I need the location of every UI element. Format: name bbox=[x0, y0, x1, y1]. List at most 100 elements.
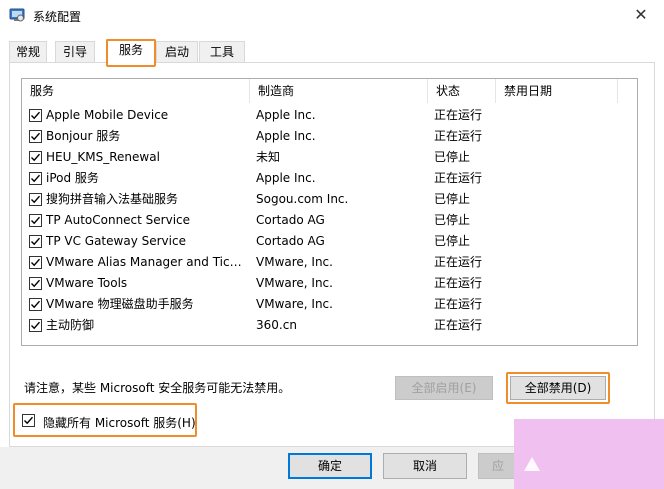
service-manufacturer: Apple Inc. bbox=[256, 108, 316, 122]
checkmark-icon bbox=[31, 216, 41, 225]
checkmark-icon bbox=[31, 153, 41, 162]
watermark-icon bbox=[524, 457, 540, 471]
service-status: 已停止 bbox=[434, 234, 471, 248]
table-row[interactable]: Bonjour 服务 Apple Inc. 正在运行 bbox=[22, 126, 637, 147]
service-manufacturer: 未知 bbox=[256, 150, 281, 164]
service-name: 搜狗拼音输入法基础服务 bbox=[46, 192, 179, 206]
checkmark-icon bbox=[31, 237, 41, 246]
table-row[interactable]: VMware Alias Manager and Tick… VMware, In… bbox=[22, 252, 637, 273]
tab-boot[interactable]: 引导 bbox=[55, 41, 95, 63]
service-disabled-date bbox=[504, 147, 614, 168]
service-disabled-date bbox=[504, 105, 614, 126]
service-status: 正在运行 bbox=[434, 129, 483, 143]
hide-microsoft-services-checkbox[interactable] bbox=[22, 414, 35, 427]
service-name: HEU_KMS_Renewal bbox=[46, 150, 160, 164]
service-manufacturer: VMware, Inc. bbox=[256, 255, 333, 269]
table-row[interactable]: iPod 服务 Apple Inc. 正在运行 bbox=[22, 168, 637, 189]
service-manufacturer: Apple Inc. bbox=[256, 171, 316, 185]
window-title: 系统配置 bbox=[33, 10, 82, 24]
service-status: 已停止 bbox=[434, 192, 471, 206]
service-status: 正在运行 bbox=[434, 108, 483, 122]
service-checkbox[interactable] bbox=[29, 172, 42, 185]
service-status: 正在运行 bbox=[434, 255, 483, 269]
service-checkbox[interactable] bbox=[29, 193, 42, 206]
service-disabled-date bbox=[504, 126, 614, 147]
service-name: 主动防御 bbox=[46, 318, 95, 332]
service-checkbox[interactable] bbox=[29, 277, 42, 290]
security-notice: 请注意，某些 Microsoft 安全服务可能无法禁用。 bbox=[24, 381, 291, 395]
service-status: 正在运行 bbox=[434, 297, 483, 311]
column-header-service[interactable]: 服务 bbox=[22, 79, 250, 103]
service-checkbox[interactable] bbox=[29, 109, 42, 122]
service-manufacturer: 360.cn bbox=[256, 318, 297, 332]
disable-all-button[interactable]: 全部禁用(D) bbox=[510, 376, 606, 400]
overlay-block bbox=[514, 419, 664, 489]
service-status: 正在运行 bbox=[434, 318, 483, 332]
service-checkbox[interactable] bbox=[29, 319, 42, 332]
checkmark-icon bbox=[31, 195, 41, 204]
list-header: 服务 制造商 状态 禁用日期 bbox=[22, 79, 637, 103]
service-status: 正在运行 bbox=[434, 171, 483, 185]
checkmark-icon bbox=[31, 111, 41, 120]
service-status: 已停止 bbox=[434, 150, 471, 164]
service-manufacturer: Apple Inc. bbox=[256, 129, 316, 143]
service-status: 正在运行 bbox=[434, 276, 483, 290]
service-status: 已停止 bbox=[434, 213, 471, 227]
table-row[interactable]: HEU_KMS_Renewal 未知 已停止 bbox=[22, 147, 637, 168]
service-disabled-date bbox=[504, 315, 614, 336]
service-disabled-date bbox=[504, 294, 614, 315]
table-row[interactable]: VMware Tools VMware, Inc. 正在运行 bbox=[22, 273, 637, 294]
apply-button[interactable]: 应 bbox=[478, 453, 518, 479]
service-manufacturer: Cortado AG bbox=[256, 213, 325, 227]
hide-microsoft-services[interactable]: 隐藏所有 Microsoft 服务(H) bbox=[13, 403, 197, 437]
service-disabled-date bbox=[504, 168, 614, 189]
services-panel: 服务 制造商 状态 禁用日期 Apple Mobile Device Apple … bbox=[9, 62, 655, 447]
tab-general[interactable]: 常规 bbox=[9, 41, 47, 63]
checkmark-icon bbox=[31, 174, 41, 183]
service-name: VMware Alias Manager and Tick… bbox=[46, 255, 246, 269]
service-disabled-date bbox=[504, 189, 614, 210]
service-name: TP AutoConnect Service bbox=[46, 213, 191, 227]
column-header-manufacturer[interactable]: 制造商 bbox=[250, 79, 428, 103]
service-checkbox[interactable] bbox=[29, 256, 42, 269]
checkmark-icon bbox=[24, 416, 34, 425]
service-disabled-date bbox=[504, 231, 614, 252]
close-button[interactable]: ✕ bbox=[618, 0, 664, 31]
service-name: TP VC Gateway Service bbox=[46, 234, 186, 248]
checkmark-icon bbox=[31, 300, 41, 309]
services-list: 服务 制造商 状态 禁用日期 Apple Mobile Device Apple … bbox=[21, 78, 638, 346]
service-name: VMware Tools bbox=[46, 276, 128, 290]
tab-tools[interactable]: 工具 bbox=[199, 41, 245, 63]
system-config-icon bbox=[9, 7, 25, 23]
service-checkbox[interactable] bbox=[29, 235, 42, 248]
hide-microsoft-services-label: 隐藏所有 Microsoft 服务(H) bbox=[43, 416, 196, 430]
checkmark-icon bbox=[31, 132, 41, 141]
table-row[interactable]: 搜狗拼音输入法基础服务 Sogou.com Inc. 已停止 bbox=[22, 189, 637, 210]
service-disabled-date bbox=[504, 252, 614, 273]
enable-all-button[interactable]: 全部启用(E) bbox=[395, 376, 493, 400]
ok-button[interactable]: 确定 bbox=[288, 453, 372, 479]
table-row[interactable]: TP VC Gateway Service Cortado AG 已停止 bbox=[22, 231, 637, 252]
table-row[interactable]: TP AutoConnect Service Cortado AG 已停止 bbox=[22, 210, 637, 231]
service-name: Bonjour 服务 bbox=[46, 129, 121, 143]
table-row[interactable]: Apple Mobile Device Apple Inc. 正在运行 bbox=[22, 105, 637, 126]
service-checkbox[interactable] bbox=[29, 151, 42, 164]
service-manufacturer: Sogou.com Inc. bbox=[256, 192, 349, 206]
checkmark-icon bbox=[31, 321, 41, 330]
column-header-disabled-date[interactable]: 禁用日期 bbox=[496, 79, 618, 103]
service-disabled-date bbox=[504, 210, 614, 231]
service-checkbox[interactable] bbox=[29, 214, 42, 227]
service-manufacturer: VMware, Inc. bbox=[256, 276, 333, 290]
tab-startup[interactable]: 启动 bbox=[156, 41, 198, 63]
cancel-button[interactable]: 取消 bbox=[383, 453, 467, 479]
table-row[interactable]: VMware 物理磁盘助手服务 VMware, Inc. 正在运行 bbox=[22, 294, 637, 315]
service-disabled-date bbox=[504, 273, 614, 294]
checkmark-icon bbox=[31, 279, 41, 288]
services-rows: Apple Mobile Device Apple Inc. 正在运行 Bonjour… bbox=[22, 105, 637, 336]
service-checkbox[interactable] bbox=[29, 298, 42, 311]
service-name: VMware 物理磁盘助手服务 bbox=[46, 297, 194, 311]
service-checkbox[interactable] bbox=[29, 130, 42, 143]
column-header-status[interactable]: 状态 bbox=[428, 79, 496, 103]
table-row[interactable]: 主动防御 360.cn 正在运行 bbox=[22, 315, 637, 336]
tab-services[interactable]: 服务 bbox=[106, 39, 156, 64]
